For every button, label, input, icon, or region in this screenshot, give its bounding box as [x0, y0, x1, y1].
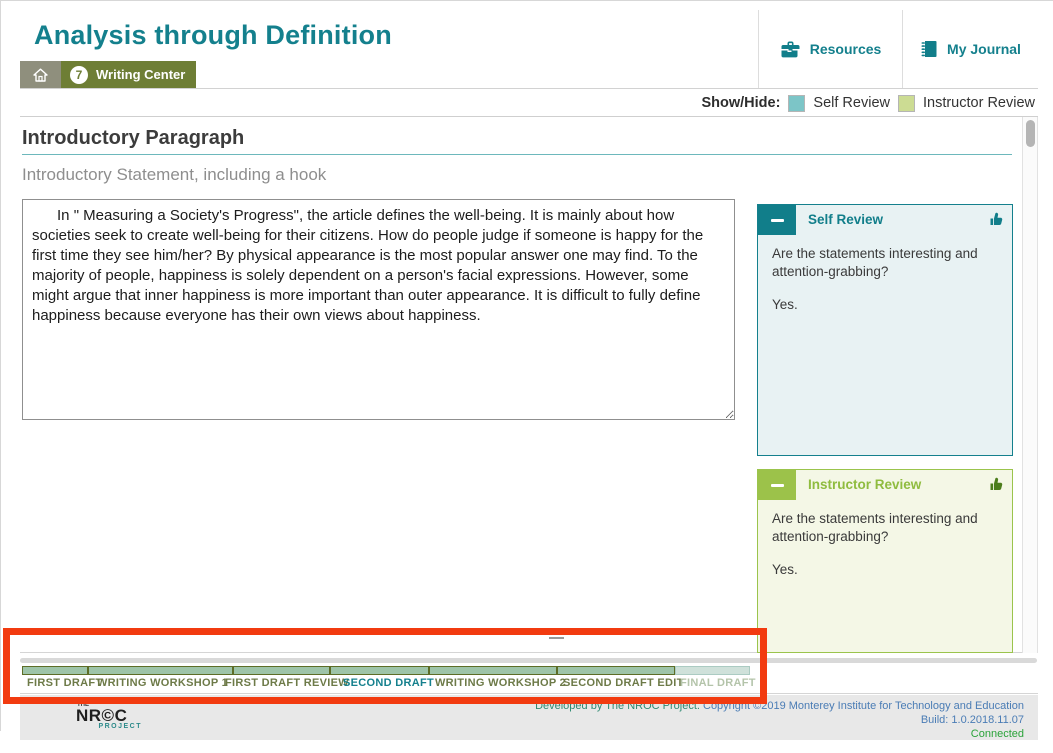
home-icon — [32, 67, 49, 83]
lesson-number-badge: 7 — [70, 66, 88, 84]
progress-segment[interactable] — [233, 666, 330, 675]
progress-segment[interactable] — [675, 666, 750, 675]
home-tab[interactable] — [20, 61, 61, 88]
minus-icon — [771, 484, 784, 487]
copyright-text: Copyright ©2019 Monterey Institute for T… — [703, 700, 1024, 712]
self-review-question: Are the statements interesting and atten… — [772, 245, 998, 281]
self-review-title: Self Review — [808, 205, 883, 235]
self-review-header: Self Review — [758, 205, 1012, 235]
stage-first-draft-review[interactable]: FIRST DRAFT REVIEW — [225, 677, 349, 689]
instructor-review-header: Instructor Review — [758, 470, 1012, 500]
instructor-review-collapse-button[interactable] — [758, 470, 796, 500]
build-number: Build: 1.0.2018.11.07 — [535, 713, 1024, 727]
right-border-line — [0, 0, 1, 731]
app-title: Analysis through Definition — [34, 20, 392, 51]
self-review-panel: Self Review Are the statements interesti… — [757, 204, 1013, 456]
self-review-body: Are the statements interesting and atten… — [758, 235, 1012, 324]
nroc-project-logo[interactable]: THE NR©C PROJECT — [76, 702, 142, 730]
self-review-answer: Yes. — [772, 296, 998, 314]
journal-icon — [920, 40, 938, 58]
title-divider — [22, 154, 1012, 155]
resources-label: Resources — [810, 41, 882, 57]
logo-nroc: NR©C — [76, 708, 142, 723]
stage-second-draft[interactable]: SECOND DRAFT — [343, 677, 434, 689]
footer: THE NR©C PROJECT Developed by The NROC P… — [20, 695, 1038, 740]
progress-segment[interactable] — [88, 666, 233, 675]
page-title: Introductory Paragraph — [22, 127, 244, 150]
footer-text: Developed by The NROC Project. Copyright… — [535, 699, 1024, 741]
show-hide-label: Show/Hide: — [701, 95, 780, 111]
resources-button[interactable]: Resources — [758, 10, 902, 88]
thumbs-up-icon[interactable] — [988, 211, 1004, 227]
self-review-toggle-swatch[interactable] — [788, 95, 805, 112]
self-review-toggle-label: Self Review — [813, 95, 890, 111]
instructor-review-panel: Instructor Review Are the statements int… — [757, 469, 1013, 653]
my-journal-label: My Journal — [947, 41, 1021, 57]
toolbox-icon — [780, 41, 801, 58]
stage-writing-workshop-2[interactable]: WRITING WORKSHOP 2 — [435, 677, 566, 689]
show-hide-bar: Show/Hide: Self Review Instructor Review — [20, 90, 1038, 117]
instructor-review-body: Are the statements interesting and atten… — [758, 500, 1012, 589]
app-window: Analysis through Definition Resources My… — [0, 0, 1053, 753]
progress-segment[interactable] — [429, 666, 557, 675]
stage-writing-workshop-1[interactable]: WRITING WORKSHOP 1 — [97, 677, 228, 689]
scrollbar-thumb[interactable] — [1026, 120, 1035, 147]
instructor-review-toggle-swatch[interactable] — [898, 95, 915, 112]
progress-bar: FIRST DRAFT WRITING WORKSHOP 1 FIRST DRA… — [20, 658, 1038, 694]
minus-icon — [771, 219, 784, 222]
section-label: Introductory Statement, including a hook — [22, 165, 326, 185]
vertical-scrollbar[interactable] — [1022, 117, 1038, 653]
instructor-review-answer: Yes. — [772, 561, 998, 579]
my-journal-button[interactable]: My Journal — [902, 10, 1038, 88]
progress-segment[interactable] — [22, 666, 88, 675]
tab-writing-center[interactable]: 7 Writing Center — [61, 61, 196, 88]
progress-track — [20, 658, 1037, 663]
progress-segment[interactable] — [557, 666, 675, 675]
developed-by-link[interactable]: Developed by The NROC Project. — [535, 700, 703, 712]
progress-segments — [22, 666, 750, 675]
connection-status: Connected — [535, 727, 1024, 741]
instructor-review-toggle-label: Instructor Review — [923, 95, 1035, 111]
instructor-review-title: Instructor Review — [808, 470, 921, 500]
stage-second-draft-edit[interactable]: SECOND DRAFT EDIT — [563, 677, 684, 689]
thumbs-up-icon[interactable] — [988, 476, 1004, 492]
writing-center-label: Writing Center — [96, 67, 185, 82]
self-review-collapse-button[interactable] — [758, 205, 796, 235]
stage-final-draft: FINAL DRAFT — [680, 677, 756, 689]
essay-textarea[interactable] — [22, 199, 735, 420]
stage-first-draft[interactable]: FIRST DRAFT — [27, 677, 102, 689]
top-border-line — [0, 0, 1053, 1]
instructor-review-question: Are the statements interesting and atten… — [772, 510, 998, 546]
panel-collapse-handle[interactable]: — — [549, 629, 564, 646]
progress-segment[interactable] — [330, 666, 429, 675]
main-content: Introductory Paragraph Introductory Stat… — [20, 117, 1038, 653]
header: Analysis through Definition Resources My… — [20, 10, 1038, 89]
